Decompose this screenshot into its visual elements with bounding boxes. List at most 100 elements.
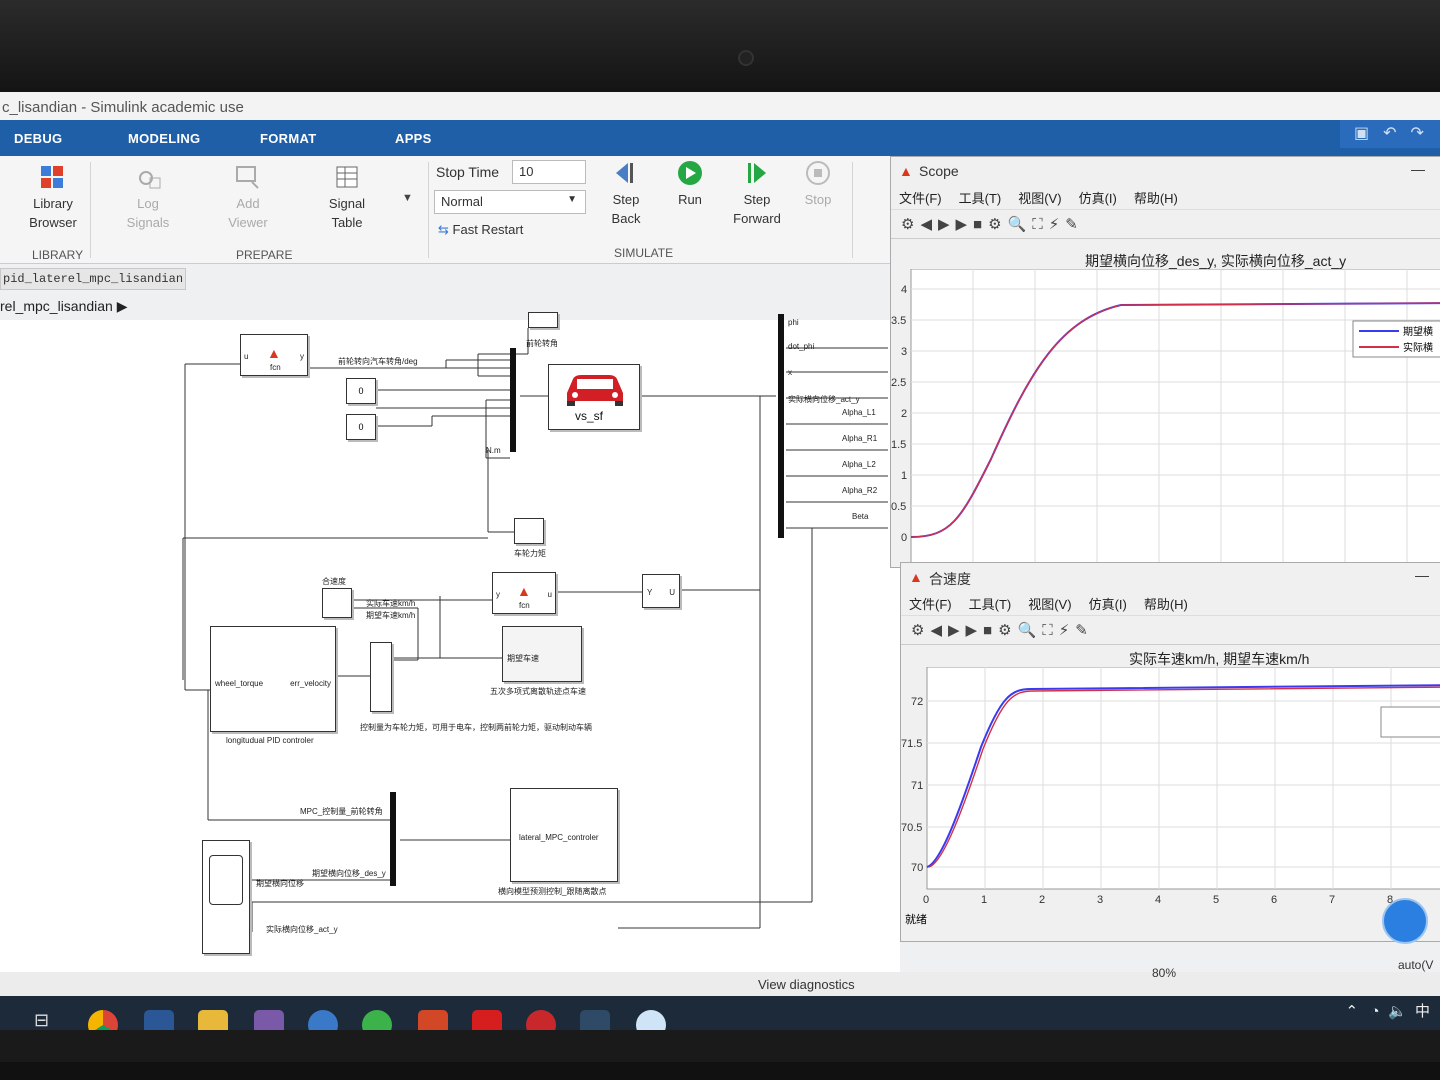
demux-block[interactable] [778, 314, 784, 538]
divider [852, 162, 853, 258]
stop-time-input[interactable]: 10 [512, 160, 586, 184]
step-forward-button[interactable]: Step Forward [728, 160, 786, 228]
zoom-level: 80% [1152, 966, 1177, 980]
minimize-icon[interactable]: — [1411, 161, 1425, 177]
run-button[interactable]: Run [668, 160, 712, 209]
y-tick: 2 [901, 408, 907, 420]
matlab-function-block[interactable]: u y ▲ fcn [240, 334, 308, 376]
menu-help[interactable]: 帮助(H) [1144, 597, 1188, 612]
sum-block[interactable] [370, 642, 392, 712]
menu-tools[interactable]: 工具(T) [959, 191, 1002, 206]
y-tick: 1 [901, 470, 907, 482]
app-icon[interactable] [254, 1010, 284, 1030]
table-icon [336, 166, 358, 188]
mux-block[interactable] [510, 348, 516, 452]
car-icon [567, 375, 623, 406]
solver-label: auto(V [1398, 958, 1434, 972]
network-icon[interactable]: ◔ [1371, 1003, 1380, 1020]
matlab-function-block[interactable]: y u ▲ fcn [492, 572, 556, 614]
youdao-icon[interactable] [472, 1010, 502, 1030]
x-tick: 7 [1329, 894, 1335, 906]
floating-assistant-button[interactable] [1382, 898, 1428, 944]
volume-icon[interactable]: 🔈 [1388, 1003, 1407, 1020]
monitor-bezel-top [0, 0, 1440, 92]
undo-icon[interactable]: ↶ [1383, 125, 1396, 142]
view-diagnostics-link[interactable]: View diagnostics [758, 977, 855, 992]
scope-toolbar[interactable]: ⚙◀▶▶■⚙🔍⛶⚡✎ [901, 615, 1440, 645]
tab-apps[interactable]: APPS [395, 131, 432, 146]
x-tick: 4 [1155, 894, 1161, 906]
fast-restart-icon: ⇆ [438, 222, 449, 237]
save-icon[interactable]: ▣ [1354, 125, 1369, 142]
model-tab[interactable]: pid_laterel_mpc_lisandian [0, 268, 186, 290]
menu-file[interactable]: 文件(F) [899, 191, 942, 206]
system-tray[interactable]: ⌃ ◔ 🔈 中 [1345, 1000, 1430, 1021]
app-icon[interactable] [308, 1010, 338, 1030]
block-label: 车轮力矩 [514, 549, 546, 558]
y-tick: 2.5 [891, 377, 906, 389]
trajectory-speed-block[interactable]: 期望车速 [502, 626, 582, 682]
minimize-icon[interactable]: — [1415, 567, 1429, 583]
simulation-mode-select[interactable]: Normal ▼ [434, 190, 586, 214]
app-icon[interactable] [636, 1010, 666, 1030]
library-group-label: LIBRARY [32, 248, 84, 262]
scope-block[interactable] [322, 588, 352, 618]
task-view-icon[interactable]: ⊟ [34, 1010, 64, 1030]
constant-block[interactable]: 0 [346, 378, 376, 404]
log-signals-button[interactable]: Log Signals [118, 164, 178, 232]
annotation-note: 控制量为车轮力矩，可用于电车，控制两前轮力矩，驱动制动车辆 [360, 723, 592, 732]
menu-simulation[interactable]: 仿真(I) [1089, 597, 1127, 612]
chrome-icon[interactable] [88, 1010, 118, 1030]
fast-restart-button[interactable]: ⇆ Fast Restart [438, 222, 523, 238]
chevron-up-icon[interactable]: ⌃ [1345, 1003, 1358, 1020]
powerpoint-icon[interactable] [418, 1010, 448, 1030]
tab-format[interactable]: FORMAT [260, 131, 316, 146]
scope-toolbar[interactable]: ⚙◀▶▶■⚙🔍⛶⚡✎ [891, 209, 1440, 239]
menu-view[interactable]: 视图(V) [1018, 191, 1061, 206]
scope-status: 就绪 [905, 912, 927, 925]
signal-table-button[interactable]: Signal Table [316, 164, 378, 232]
x-tick: 5 [1213, 894, 1219, 906]
menu-help[interactable]: 帮助(H) [1134, 191, 1178, 206]
model-canvas[interactable]: u y ▲ fcn 前轮转向汽车转角/deg 0 0 N.m 前轮转角 vs_s… [0, 312, 900, 1020]
step-back-button[interactable]: Step Back [600, 160, 652, 228]
file-explorer-icon[interactable] [198, 1010, 228, 1030]
stop-icon [806, 161, 830, 185]
simulate-group-label: SIMULATE [614, 246, 674, 260]
wechat-icon[interactable] [362, 1010, 392, 1030]
breadcrumb[interactable]: rel_mpc_lisandian ▶ [0, 298, 128, 315]
scope-block[interactable] [514, 518, 544, 544]
scope-title-bar: ▲ Scope — [899, 161, 1425, 179]
screen: c_lisandian - Simulink academic use DEBU… [0, 92, 1440, 1030]
step-forward-icon [748, 163, 766, 183]
ribbon-panel: Library Browser LIBRARY Log Signals Add … [0, 156, 900, 264]
y-tick: 71 [911, 780, 923, 792]
menu-tools[interactable]: 工具(T) [969, 597, 1012, 612]
tab-modeling[interactable]: MODELING [128, 131, 200, 146]
carsim-icon[interactable] [526, 1010, 556, 1030]
matlab-icon[interactable] [580, 1010, 610, 1030]
scope-block[interactable] [528, 312, 558, 328]
menu-view[interactable]: 视图(V) [1028, 597, 1071, 612]
stop-button[interactable]: Stop [796, 160, 840, 209]
menu-simulation[interactable]: 仿真(I) [1079, 191, 1117, 206]
mpc-controller-block[interactable]: lateral_MPC_controler [510, 788, 618, 882]
scope-window-lateral[interactable]: ▲ Scope — 文件(F) 工具(T) 视图(V) 仿真(I) 帮助(H) ⚙◀▶▶… [890, 156, 1440, 569]
prepare-expand-icon[interactable]: ▼ [402, 192, 413, 204]
tab-debug[interactable]: DEBUG [14, 131, 62, 146]
constant-block[interactable]: 0 [346, 414, 376, 440]
y-tick: 0.5 [891, 501, 906, 513]
library-browser-button[interactable]: Library Browser [22, 164, 84, 232]
scope-block[interactable] [202, 840, 250, 954]
mux-block[interactable] [390, 792, 396, 886]
word-icon[interactable] [144, 1010, 174, 1030]
redo-icon[interactable]: ↷ [1411, 125, 1424, 142]
add-viewer-button[interactable]: Add Viewer [218, 164, 278, 232]
yu-subsystem-block[interactable]: Y U [642, 574, 680, 608]
vehicle-sfunction-block[interactable]: vs_sf [548, 364, 640, 430]
menu-file[interactable]: 文件(F) [909, 597, 952, 612]
signal-label: 实际横向位移_act_y [266, 925, 338, 934]
input-method-icon[interactable]: 中 [1415, 1003, 1430, 1020]
scope-window-speed[interactable]: ▲ 合速度 — 文件(F) 工具(T) 视图(V) 仿真(I) 帮助(H) ⚙◀▶▶■⚙… [900, 562, 1440, 942]
pid-controller-block[interactable]: wheel_torque err_velocity [210, 626, 336, 732]
